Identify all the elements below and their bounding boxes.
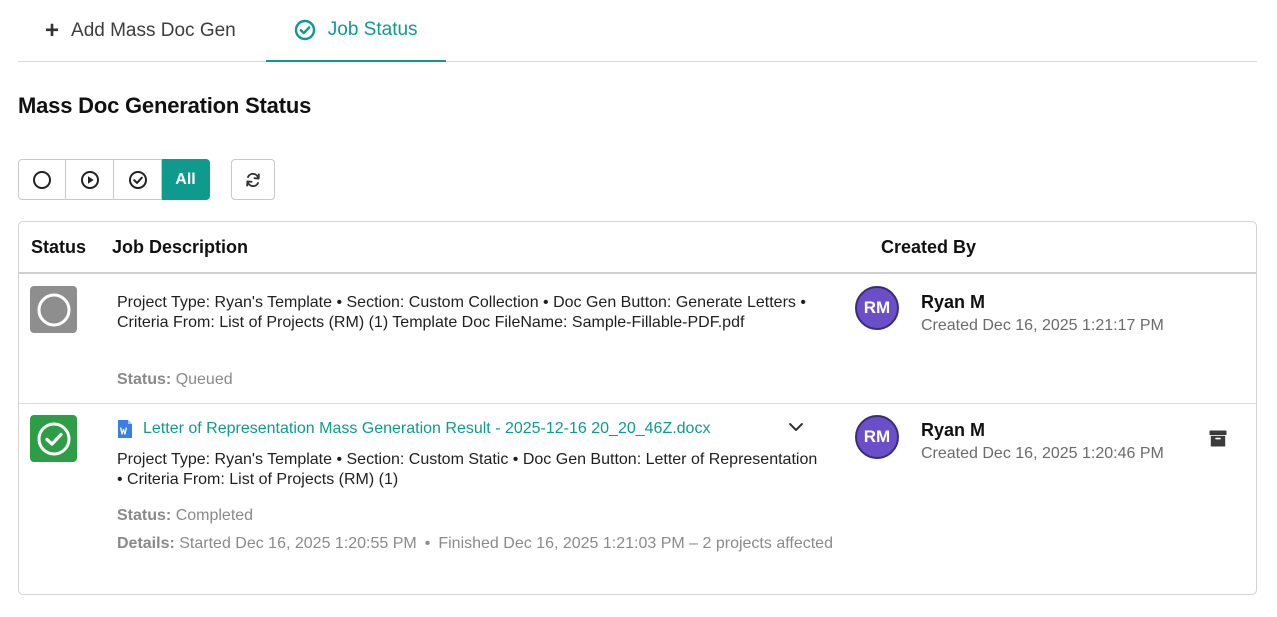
word-doc-icon — [118, 420, 132, 438]
filter-running-button[interactable] — [66, 159, 114, 200]
result-file-name: Letter of Representation Mass Generation… — [143, 420, 711, 437]
queued-status-indicator — [30, 286, 77, 333]
refresh-icon — [246, 172, 260, 187]
job-details-line: Details: Started Dec 16, 2025 1:20:55 PM… — [117, 535, 833, 552]
chevron-down-icon[interactable] — [788, 421, 804, 433]
creator-name: Ryan M — [921, 420, 986, 440]
header-status: Status — [31, 237, 87, 257]
circle-icon — [33, 170, 51, 189]
filter-completed-button[interactable] — [114, 159, 162, 200]
check-circle-icon — [294, 19, 315, 41]
details-label: Details: — [117, 535, 175, 552]
result-file-link[interactable]: Letter of Representation Mass Generation… — [117, 419, 710, 439]
table-row: Project Type: Ryan's Template • Section:… — [19, 276, 1256, 404]
status-label: Status: — [117, 371, 172, 388]
tab-job-status[interactable]: Job Status — [265, 0, 446, 62]
job-status-line: Status: Queued — [117, 370, 233, 390]
filter-queued-button[interactable] — [18, 159, 66, 200]
details-finished: Finished Dec 16, 2025 1:21:03 PM – 2 pro… — [438, 535, 833, 552]
check-circle-icon — [128, 170, 147, 189]
play-circle-icon — [80, 170, 99, 189]
plus-icon: + — [45, 17, 60, 44]
header-created-by: Created By — [881, 237, 977, 257]
queued-circle-icon — [37, 293, 70, 326]
details-started: Started Dec 16, 2025 1:20:55 PM — [179, 535, 417, 552]
status-value: Queued — [175, 371, 233, 388]
refresh-button[interactable] — [231, 159, 275, 200]
job-description: Project Type: Ryan's Template • Section:… — [117, 451, 818, 488]
table-header: Status Job Description Created By — [19, 222, 1256, 274]
header-job-description: Job Description — [112, 237, 249, 257]
status-filter-group: All — [18, 159, 210, 200]
job-status-table: Status Job Description Created By Projec… — [18, 221, 1257, 595]
table-row: Letter of Representation Mass Generation… — [19, 405, 1256, 594]
filter-all-button[interactable]: All — [162, 159, 210, 200]
archive-icon[interactable] — [1209, 430, 1227, 447]
status-label: Status: — [117, 507, 172, 524]
status-value: Completed — [175, 507, 254, 524]
tab-status-label: Job Status — [327, 19, 418, 40]
tab-add-mass-doc-gen[interactable]: + Add Mass Doc Gen — [18, 0, 266, 62]
job-status-line: Status: Completed — [117, 506, 253, 526]
page-title: Mass Doc Generation Status — [18, 93, 312, 118]
completed-check-icon — [37, 422, 70, 455]
created-date: Created Dec 16, 2025 1:21:17 PM — [921, 317, 1164, 334]
job-description: Project Type: Ryan's Template • Section:… — [117, 294, 806, 331]
creator-name: Ryan M — [921, 292, 986, 312]
avatar: RM — [855, 286, 899, 330]
avatar: RM — [855, 415, 899, 459]
created-date: Created Dec 16, 2025 1:20:46 PM — [921, 445, 1164, 462]
tab-add-label: Add Mass Doc Gen — [71, 20, 236, 41]
tab-bar: + Add Mass Doc Gen Job Status — [18, 0, 1257, 62]
completed-status-indicator — [30, 415, 77, 462]
